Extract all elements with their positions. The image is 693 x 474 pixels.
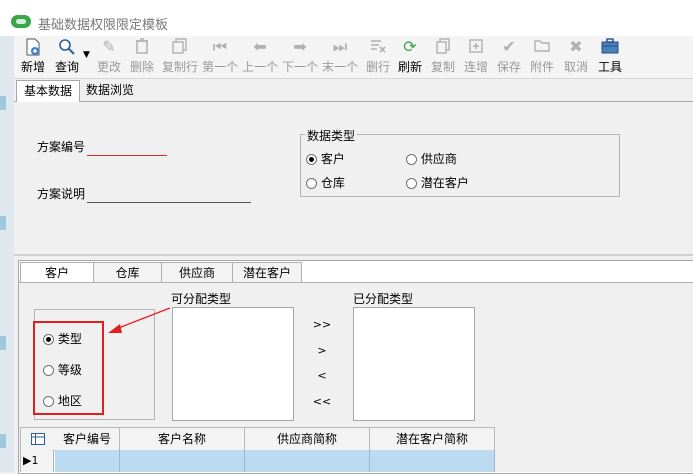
- check-icon: ✔: [502, 37, 516, 56]
- strip-mark: [0, 434, 6, 448]
- last-button[interactable]: ⏭ 末一个: [320, 36, 360, 78]
- assigned-types-title: 已分配类型: [353, 292, 414, 306]
- data-type-title: 数据类型: [305, 127, 358, 144]
- folder-icon: [533, 38, 551, 56]
- column-header-supplier-abbr[interactable]: 供应商简称: [245, 427, 370, 451]
- move-right-button[interactable]: >: [307, 344, 337, 357]
- pencil-icon: ✎: [102, 37, 116, 56]
- grid-cell[interactable]: [55, 450, 120, 472]
- subtab-warehouse[interactable]: 仓库: [93, 262, 162, 283]
- scheme-no-label: 方案编号: [37, 140, 86, 154]
- strip-mark: [0, 96, 6, 110]
- grid-settings-icon: [31, 433, 45, 445]
- delete-row-icon: [369, 38, 387, 56]
- column-header-potential-abbr[interactable]: 潜在客户简称: [370, 427, 495, 451]
- copy-row-icon: [171, 38, 189, 56]
- window-title: 基础数据权限限定模板: [38, 18, 169, 33]
- trash-icon: [133, 38, 151, 56]
- prev-icon: ⬅: [253, 37, 267, 56]
- strip-mark: [0, 336, 6, 350]
- radio-dot: [406, 154, 417, 165]
- next-icon: ➡: [293, 37, 307, 56]
- annotation-arrow-icon: [108, 307, 171, 333]
- available-types-list[interactable]: [172, 307, 294, 421]
- search-icon: [58, 38, 76, 56]
- new-doc-icon: [24, 38, 42, 56]
- grid-cell[interactable]: [120, 450, 245, 472]
- query-button[interactable]: 查询: [52, 36, 82, 78]
- splitter[interactable]: [14, 254, 693, 256]
- copy-button[interactable]: 复制: [429, 36, 457, 78]
- edit-button[interactable]: ✎ 更改: [95, 36, 123, 78]
- move-left-button[interactable]: <: [307, 369, 337, 382]
- copy-row-button[interactable]: 复制行: [160, 36, 200, 78]
- scheme-desc-input[interactable]: [87, 202, 251, 203]
- query-dropdown-arrow-icon[interactable]: ▼: [83, 50, 90, 60]
- next-button[interactable]: ➡ 下一个: [280, 36, 320, 78]
- subtab-customer[interactable]: 客户: [20, 262, 94, 284]
- first-button[interactable]: ⏮ 第一个: [200, 36, 240, 78]
- last-icon: ⏭: [332, 37, 348, 56]
- tab-basic-data[interactable]: 基本数据: [16, 80, 80, 104]
- data-grid: 客户编号 客户名称 供应商简称 潜在客户简称 ▶1: [20, 427, 495, 472]
- assigned-types-list[interactable]: [353, 307, 475, 421]
- row-indicator[interactable]: ▶1: [20, 450, 54, 472]
- toolbar: 新增 查询 ▼ ✎ 更改 删除 复制行 ⏮ 第一个 ⬅ 上一个 ➡ 下一个 ⏭ …: [14, 36, 693, 79]
- delete-row-button[interactable]: 删行: [364, 36, 392, 78]
- strip-mark: [0, 216, 6, 230]
- attachment-button[interactable]: 附件: [528, 36, 556, 78]
- available-types-title: 可分配类型: [171, 292, 232, 306]
- scheme-no-input[interactable]: [87, 155, 167, 156]
- column-header-customer-no[interactable]: 客户编号: [55, 427, 120, 451]
- delete-button[interactable]: 删除: [128, 36, 156, 78]
- highlight-box: [33, 321, 104, 415]
- radio-warehouse[interactable]: 仓库: [306, 174, 345, 191]
- close-icon: ✖: [569, 37, 583, 56]
- scheme-desc-label: 方案说明: [37, 187, 86, 201]
- add-continuous-button[interactable]: 连增: [462, 36, 490, 78]
- refresh-button[interactable]: ⟳ 刷新: [396, 36, 424, 78]
- left-edge-strip: [0, 36, 14, 472]
- subtab-supplier[interactable]: 供应商: [161, 262, 233, 283]
- radio-customer[interactable]: 客户: [306, 150, 345, 167]
- save-button[interactable]: ✔ 保存: [495, 36, 523, 78]
- column-header-customer-name[interactable]: 客户名称: [120, 427, 245, 451]
- toolbox-icon: [601, 38, 619, 56]
- move-all-right-button[interactable]: >>: [307, 318, 337, 331]
- radio-dot: [406, 178, 417, 189]
- grid-cell[interactable]: [370, 450, 495, 472]
- cancel-button[interactable]: ✖ 取消: [562, 36, 590, 78]
- move-all-left-button[interactable]: <<: [307, 395, 337, 408]
- radio-dot: [306, 154, 317, 165]
- add-continuous-icon: [467, 38, 485, 56]
- tab-data-browse[interactable]: 数据浏览: [82, 80, 138, 102]
- prev-button[interactable]: ⬅ 上一个: [240, 36, 280, 78]
- app-logo-icon: [11, 15, 31, 28]
- grid-corner[interactable]: [20, 427, 56, 451]
- first-icon: ⏮: [212, 37, 228, 56]
- tools-button[interactable]: 工具: [596, 36, 624, 78]
- grid-cell[interactable]: [245, 450, 370, 472]
- new-button[interactable]: 新增: [19, 36, 47, 78]
- radio-supplier[interactable]: 供应商: [406, 150, 457, 167]
- subtab-potential-customer[interactable]: 潜在客户: [232, 262, 302, 283]
- radio-potential-customer[interactable]: 潜在客户: [406, 174, 469, 191]
- refresh-icon: ⟳: [403, 37, 417, 56]
- radio-dot: [306, 178, 317, 189]
- copy-icon: [434, 38, 452, 56]
